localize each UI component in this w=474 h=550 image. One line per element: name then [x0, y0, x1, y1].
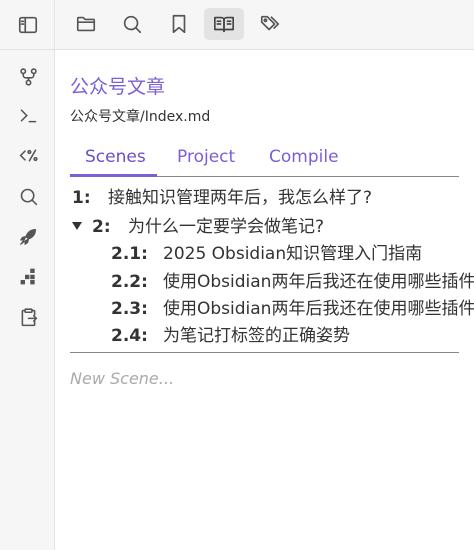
left-ribbon [0, 50, 55, 550]
scene-title: 使用Obsidian两年后我还在使用哪些插件 [163, 299, 474, 319]
scene-number: 1: [72, 188, 91, 208]
longform-pane: 公众号文章 公众号文章/Index.md Scenes Project Comp… [56, 51, 474, 550]
project-path: 公众号文章/Index.md [70, 109, 211, 125]
scene-number: 2.1: [111, 244, 148, 264]
search-icon[interactable] [112, 8, 152, 40]
terminal-icon[interactable] [12, 99, 44, 131]
scene-item[interactable]: 2.1: 2025 Obsidian知识管理入门指南 [111, 239, 422, 264]
tab-project[interactable]: Project [177, 147, 235, 167]
scene-title: 2025 Obsidian知识管理入门指南 [163, 244, 423, 264]
top-toolbar [0, 0, 474, 50]
scene-title: 为笔记打标签的正确姿势 [163, 326, 350, 346]
scene-item[interactable]: 2.2: 使用Obsidian两年后我还在使用哪些插件 [111, 267, 474, 292]
scene-item[interactable]: 2.3: 使用Obsidian两年后我还在使用哪些插件 [111, 294, 474, 319]
scene-number: 2.4: [111, 326, 148, 346]
scene-item[interactable]: 2.4: 为笔记打标签的正确姿势 [111, 321, 350, 346]
active-tab-indicator [70, 174, 157, 177]
divider [70, 352, 459, 353]
scene-number: 2: [92, 217, 111, 237]
rocket-icon[interactable] [12, 220, 44, 252]
search-icon[interactable] [12, 180, 44, 212]
sidebar-toggle-icon[interactable] [8, 9, 48, 41]
scene-number: 2.2: [111, 272, 148, 292]
folder-icon[interactable] [66, 8, 106, 40]
template-icon[interactable] [12, 139, 44, 171]
scene-title: 接触知识管理两年后，我怎么样了? [108, 188, 373, 208]
scene-title: 使用Obsidian两年后我还在使用哪些插件 [163, 272, 474, 292]
expand-caret-icon[interactable] [72, 221, 82, 230]
ribbon-header [0, 0, 55, 50]
project-title[interactable]: 公众号文章 [70, 72, 165, 99]
scene-number: 2.3: [111, 299, 148, 319]
tab-bar: Scenes Project Compile [70, 143, 459, 177]
scene-item[interactable]: 1: 接触知识管理两年后，我怎么样了? [72, 183, 372, 208]
tags-icon[interactable] [250, 8, 290, 40]
clipboard-export-icon[interactable] [12, 301, 44, 333]
scene-title: 为什么一定要学会做笔记? [128, 217, 325, 237]
blocks-icon[interactable] [12, 260, 44, 292]
git-branch-icon[interactable] [12, 60, 44, 92]
tab-compile[interactable]: Compile [269, 147, 339, 167]
book-open-icon[interactable] [204, 8, 244, 40]
bookmark-icon[interactable] [159, 8, 199, 40]
scene-item[interactable]: 2: 为什么一定要学会做笔记? [72, 212, 324, 237]
tab-scenes[interactable]: Scenes [85, 147, 146, 167]
new-scene-input[interactable]: New Scene... [70, 369, 174, 388]
